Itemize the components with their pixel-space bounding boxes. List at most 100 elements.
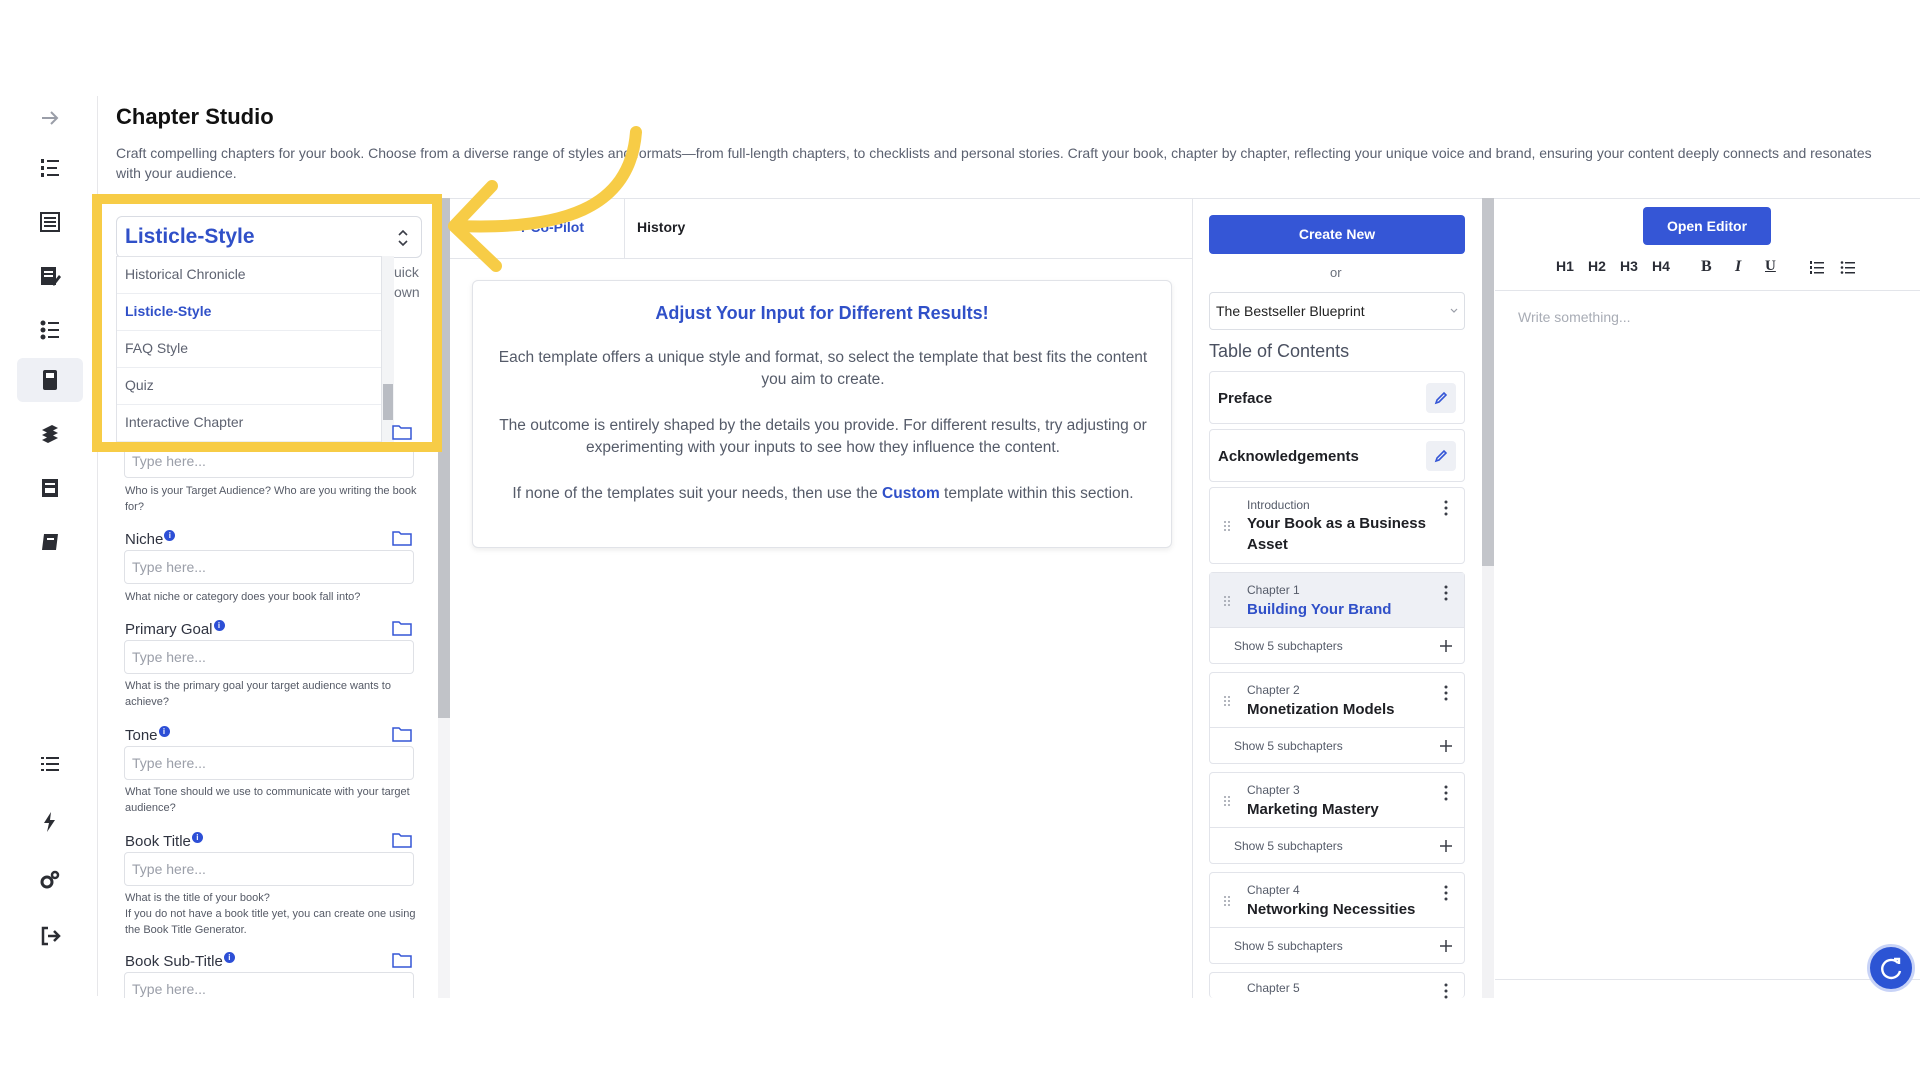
show-subchapters-row[interactable]: Show 5 subchapters: [1210, 727, 1464, 765]
toc-item-title: Monetization Models: [1247, 701, 1395, 718]
toc-item-acknowledgements[interactable]: Acknowledgements: [1209, 429, 1465, 482]
toc-item-title: Building Your Brand: [1247, 601, 1392, 618]
logout-icon[interactable]: [17, 914, 83, 958]
drag-handle-icon[interactable]: [1223, 695, 1231, 707]
show-subchapters-row[interactable]: Show 5 subchapters: [1210, 627, 1464, 665]
heading-3-button[interactable]: H3: [1620, 258, 1638, 274]
folder-icon[interactable]: [392, 726, 412, 742]
folder-icon[interactable]: [392, 620, 412, 636]
add-icon[interactable]: [1438, 738, 1454, 754]
heading-1-button[interactable]: H1: [1556, 258, 1574, 274]
info-card-title: Adjust Your Input for Different Results!: [655, 303, 989, 323]
toc-item-chapter-3[interactable]: Chapter 3 Marketing Mastery Show 5 subch…: [1209, 772, 1465, 864]
notebook-icon[interactable]: [17, 520, 83, 564]
field-label-text: Tone: [125, 727, 158, 744]
pencil-icon[interactable]: [1426, 383, 1456, 413]
add-icon[interactable]: [1438, 838, 1454, 854]
tone-input[interactable]: Type here...: [124, 746, 414, 780]
bold-button[interactable]: B: [1701, 258, 1712, 276]
field-help: What is the title of your book? If you d…: [125, 892, 416, 936]
info-icon[interactable]: i: [158, 726, 170, 737]
field-label-text: Book Sub-Title: [125, 953, 223, 970]
open-editor-button[interactable]: Open Editor: [1643, 207, 1771, 245]
create-new-button[interactable]: Create New: [1209, 215, 1465, 254]
folder-icon[interactable]: [392, 530, 412, 546]
toc-item-title: Marketing Mastery: [1247, 801, 1379, 818]
more-options-icon[interactable]: [1444, 983, 1448, 999]
archive-icon[interactable]: [17, 466, 83, 510]
drag-handle-icon[interactable]: [1223, 895, 1231, 907]
field-label: Primary Goal i: [125, 620, 225, 638]
drag-handle-icon[interactable]: [1223, 795, 1231, 807]
add-icon[interactable]: [1438, 638, 1454, 654]
divider: [1192, 198, 1193, 998]
toc-item-chapter-5[interactable]: Chapter 5: [1209, 972, 1465, 999]
drag-handle-icon[interactable]: [1223, 595, 1231, 607]
info-icon[interactable]: i: [164, 530, 176, 541]
menu-list-icon[interactable]: [17, 742, 83, 786]
blueprint-select[interactable]: The Bestseller Blueprint: [1209, 292, 1465, 330]
more-options-icon[interactable]: [1444, 885, 1448, 901]
text: If none of the templates suit your needs…: [512, 485, 883, 502]
toc-item-chapter-4[interactable]: Chapter 4 Networking Necessities Show 5 …: [1209, 872, 1465, 964]
italic-button[interactable]: I: [1735, 258, 1741, 276]
arrow-right-icon[interactable]: [17, 96, 83, 140]
show-subchapters-label: Show 5 subchapters: [1234, 739, 1343, 753]
ordered-list-icon[interactable]: [1809, 259, 1825, 275]
chevron-down-icon: [1450, 308, 1458, 313]
books-icon[interactable]: [17, 412, 83, 456]
field-help: What niche or category does your book fa…: [125, 591, 361, 603]
field-label: Book Sub-Title i: [125, 952, 235, 970]
page-description: Craft compelling chapters for your book.…: [116, 145, 1872, 181]
toc-item-chapter-2[interactable]: Chapter 2 Monetization Models Show 5 sub…: [1209, 672, 1465, 764]
more-options-icon[interactable]: [1444, 685, 1448, 701]
show-subchapters-row[interactable]: Show 5 subchapters: [1210, 927, 1464, 965]
more-options-icon[interactable]: [1444, 785, 1448, 801]
field-label-text: Niche: [125, 531, 164, 548]
toc-scroll-thumb[interactable]: [1482, 198, 1494, 566]
info-icon[interactable]: i: [213, 620, 225, 631]
show-subchapters-row[interactable]: Show 5 subchapters: [1210, 827, 1464, 865]
drag-handle-icon[interactable]: [1223, 520, 1231, 532]
heading-4-button[interactable]: H4: [1652, 258, 1670, 274]
chat-button[interactable]: [1867, 944, 1915, 992]
editor-area[interactable]: [1495, 290, 1920, 980]
heading-2-button[interactable]: H2: [1588, 258, 1606, 274]
toc-item-kicker: Chapter 4: [1247, 883, 1300, 897]
toc-item-preface[interactable]: Preface: [1209, 371, 1465, 424]
info-card-paragraph: The outcome is entirely shaped by the de…: [499, 417, 1147, 456]
toc-item-chapter-1[interactable]: Chapter 1 Building Your Brand Show 5 sub…: [1209, 572, 1465, 664]
info-icon[interactable]: i: [191, 832, 203, 843]
book-title-input[interactable]: Type here...: [124, 852, 414, 886]
bullet-list-icon[interactable]: [17, 308, 83, 352]
lightning-icon[interactable]: [17, 800, 83, 844]
underline-button[interactable]: U: [1765, 258, 1776, 275]
edit-document-icon[interactable]: [17, 254, 83, 298]
field-label: Book Title i: [125, 832, 203, 850]
add-icon[interactable]: [1438, 938, 1454, 954]
more-options-icon[interactable]: [1444, 500, 1448, 516]
custom-link[interactable]: Custom: [882, 485, 940, 502]
toc-item-introduction[interactable]: Introduction Your Book as a Business Ass…: [1209, 487, 1465, 564]
info-icon[interactable]: i: [223, 952, 235, 963]
toc-item-kicker: Chapter 5: [1247, 981, 1300, 995]
numbered-list-icon[interactable]: [17, 146, 83, 190]
book-subtitle-input[interactable]: Type here...: [124, 972, 414, 998]
toc-item-label: Acknowledgements: [1218, 448, 1359, 465]
settings-icon[interactable]: [17, 858, 83, 902]
field-help: What is the primary goal your target aud…: [125, 680, 391, 708]
pencil-icon[interactable]: [1426, 441, 1456, 471]
toc-item-label: Preface: [1218, 390, 1273, 407]
document-list-icon[interactable]: [17, 200, 83, 244]
toc-item-kicker: Chapter 3: [1247, 783, 1300, 797]
primary-goal-input[interactable]: Type here...: [124, 640, 414, 674]
show-subchapters-label: Show 5 subchapters: [1234, 939, 1343, 953]
folder-icon[interactable]: [392, 952, 412, 968]
folder-icon[interactable]: [392, 832, 412, 848]
annotation-arrow-icon: [448, 126, 642, 272]
more-options-icon[interactable]: [1444, 585, 1448, 601]
loading-icon: [1881, 957, 1902, 980]
book-icon[interactable]: [17, 358, 83, 402]
unordered-list-icon[interactable]: [1840, 259, 1856, 275]
niche-input[interactable]: Type here...: [124, 550, 414, 584]
